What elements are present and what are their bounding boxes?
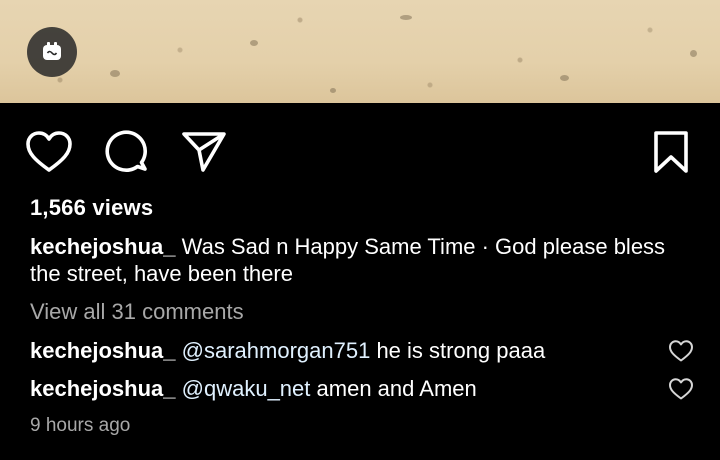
comment-mention[interactable]: @qwaku_net: [182, 376, 311, 401]
comment-username[interactable]: kechejoshua_: [30, 338, 176, 363]
comment-mention[interactable]: @sarahmorgan751: [182, 338, 371, 363]
comment-like-button[interactable]: [668, 339, 694, 365]
heart-icon: [26, 131, 72, 172]
post-caption: kechejoshua_ Was Sad n Happy Same Time ·…: [30, 233, 690, 287]
comment-text: he is strong paaa: [376, 338, 546, 363]
caption-username[interactable]: kechejoshua_: [30, 234, 176, 259]
save-button[interactable]: [648, 127, 694, 177]
view-all-comments-link[interactable]: View all 31 comments: [30, 299, 244, 325]
heart-icon: [669, 378, 693, 400]
heart-icon: [669, 340, 693, 362]
comment-button[interactable]: [102, 127, 152, 177]
comment-username[interactable]: kechejoshua_: [30, 376, 176, 401]
post-media[interactable]: [0, 0, 720, 103]
reel-icon: [27, 27, 77, 77]
comment-row: kechejoshua_ @sarahmorgan751 he is stron…: [30, 336, 720, 366]
comment-text: amen and Amen: [316, 376, 477, 401]
post-timestamp: 9 hours ago: [30, 415, 131, 436]
comment-row: kechejoshua_ @qwaku_net amen and Amen: [30, 374, 720, 404]
paper-plane-icon: [182, 132, 226, 172]
like-button[interactable]: [24, 127, 74, 177]
post-action-bar: [0, 103, 720, 195]
bookmark-icon: [654, 131, 688, 173]
view-count: 1,566 views: [30, 195, 154, 220]
comment-bubble-icon: [105, 130, 147, 172]
share-button[interactable]: [178, 127, 230, 177]
comment-like-button[interactable]: [668, 377, 694, 403]
